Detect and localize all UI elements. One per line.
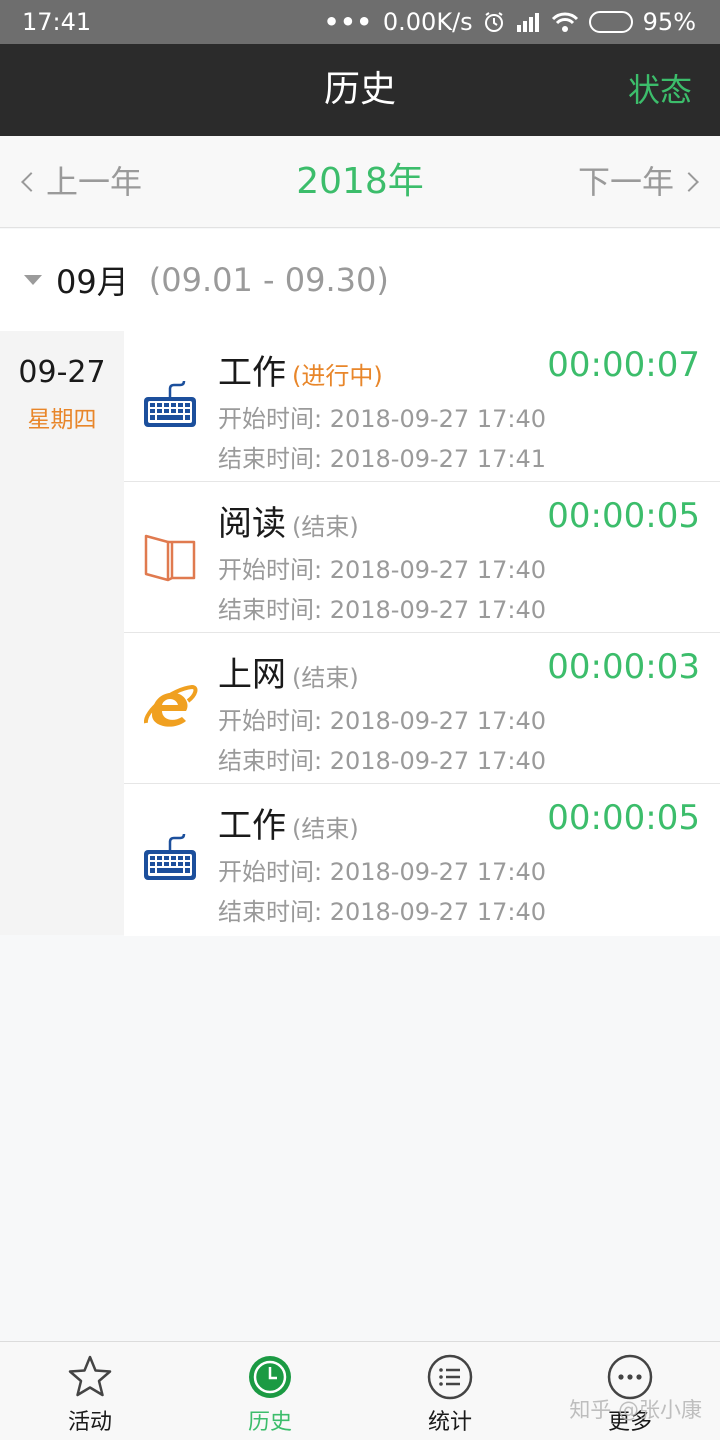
chevron-right-icon bbox=[679, 172, 699, 192]
year-navigator: 上一年 2018年 下一年 bbox=[0, 136, 720, 228]
clock-icon bbox=[247, 1354, 293, 1400]
tab-2[interactable]: 统计 bbox=[360, 1342, 540, 1440]
start-time: 开始时间: 2018-09-27 17:40 bbox=[218, 556, 546, 584]
status-dots: ••• bbox=[323, 8, 373, 36]
page-title: 历史 bbox=[323, 69, 396, 110]
star-icon bbox=[67, 1354, 113, 1400]
list-item[interactable]: 工作 (进行中) 00:00:07 开始时间: 2018-09-27 17:40 … bbox=[124, 331, 720, 482]
activity-status: (结束) bbox=[292, 664, 359, 692]
start-time: 开始时间: 2018-09-27 17:40 bbox=[218, 405, 546, 433]
collapse-triangle-icon bbox=[24, 275, 42, 285]
network-speed: 0.00K/s bbox=[382, 8, 473, 36]
tab-3[interactable]: 更多 bbox=[540, 1342, 720, 1440]
activity-duration: 00:00:03 bbox=[547, 647, 700, 687]
list-icon bbox=[427, 1354, 473, 1400]
activity-name: 工作 (进行中) bbox=[218, 353, 383, 393]
tab-label: 统计 bbox=[427, 1410, 472, 1435]
app-bar: 历史 状态 bbox=[0, 44, 720, 136]
status-right: ••• 0.00K/s 95% bbox=[324, 8, 696, 36]
status-time: 17:41 bbox=[22, 8, 92, 36]
month-header[interactable]: 09月 (09.01 - 09.30) bbox=[0, 229, 720, 331]
end-time: 结束时间: 2018-09-27 17:40 bbox=[218, 747, 546, 775]
tab-0[interactable]: 活动 bbox=[0, 1342, 180, 1440]
internet-explorer-icon bbox=[142, 679, 198, 735]
status-button[interactable]: 状态 bbox=[628, 44, 692, 136]
day-date: 09-27 bbox=[18, 355, 106, 390]
wifi-icon bbox=[551, 11, 579, 33]
list-item[interactable]: 上网 (结束) 00:00:03 开始时间: 2018-09-27 17:40 结… bbox=[124, 633, 720, 784]
activity-duration: 00:00:05 bbox=[547, 496, 700, 536]
month-range: (09.01 - 09.30) bbox=[148, 261, 389, 299]
activity-name: 工作 (结束) bbox=[218, 806, 359, 846]
book-icon bbox=[142, 528, 198, 584]
watermark: 知乎 @张小康 bbox=[569, 1398, 702, 1422]
end-time: 结束时间: 2018-09-27 17:40 bbox=[218, 596, 546, 624]
day-weekday: 星期四 bbox=[27, 407, 97, 433]
day-column: 09-27 星期四 bbox=[0, 331, 124, 935]
activity-status: (结束) bbox=[292, 513, 359, 541]
entry-list: 工作 (进行中) 00:00:07 开始时间: 2018-09-27 17:40 … bbox=[124, 331, 720, 936]
keyboard-icon bbox=[142, 377, 198, 433]
end-time: 结束时间: 2018-09-27 17:41 bbox=[218, 445, 546, 473]
activity-duration: 00:00:05 bbox=[547, 798, 700, 838]
list-item[interactable]: 阅读 (结束) 00:00:05 开始时间: 2018-09-27 17:40 结… bbox=[124, 482, 720, 633]
next-year-button[interactable]: 下一年 bbox=[577, 136, 699, 228]
signal-icon bbox=[515, 11, 541, 33]
next-year-label: 下一年 bbox=[577, 163, 674, 201]
battery-percent: 95% bbox=[642, 8, 696, 36]
keyboard-icon bbox=[142, 830, 198, 886]
list-item[interactable]: 工作 (结束) 00:00:05 开始时间: 2018-09-27 17:40 结… bbox=[124, 784, 720, 936]
activity-name: 上网 (结束) bbox=[218, 655, 359, 695]
battery-icon bbox=[588, 11, 633, 33]
start-time: 开始时间: 2018-09-27 17:40 bbox=[218, 707, 546, 735]
bottom-nav: 活动 历史 统计 更多 bbox=[0, 1341, 720, 1440]
tab-1[interactable]: 历史 bbox=[180, 1342, 360, 1440]
alarm-icon bbox=[483, 11, 505, 33]
tab-label: 历史 bbox=[247, 1410, 292, 1435]
end-time: 结束时间: 2018-09-27 17:40 bbox=[218, 898, 546, 926]
activity-duration: 00:00:07 bbox=[547, 345, 700, 385]
status-bar: 17:41 ••• 0.00K/s 95% bbox=[0, 0, 720, 44]
activity-name: 阅读 (结束) bbox=[218, 504, 359, 544]
activity-status: (结束) bbox=[292, 815, 359, 843]
activity-status: (进行中) bbox=[292, 362, 383, 390]
start-time: 开始时间: 2018-09-27 17:40 bbox=[218, 858, 546, 886]
tab-label: 活动 bbox=[67, 1410, 112, 1435]
month-name: 09月 bbox=[56, 263, 129, 301]
